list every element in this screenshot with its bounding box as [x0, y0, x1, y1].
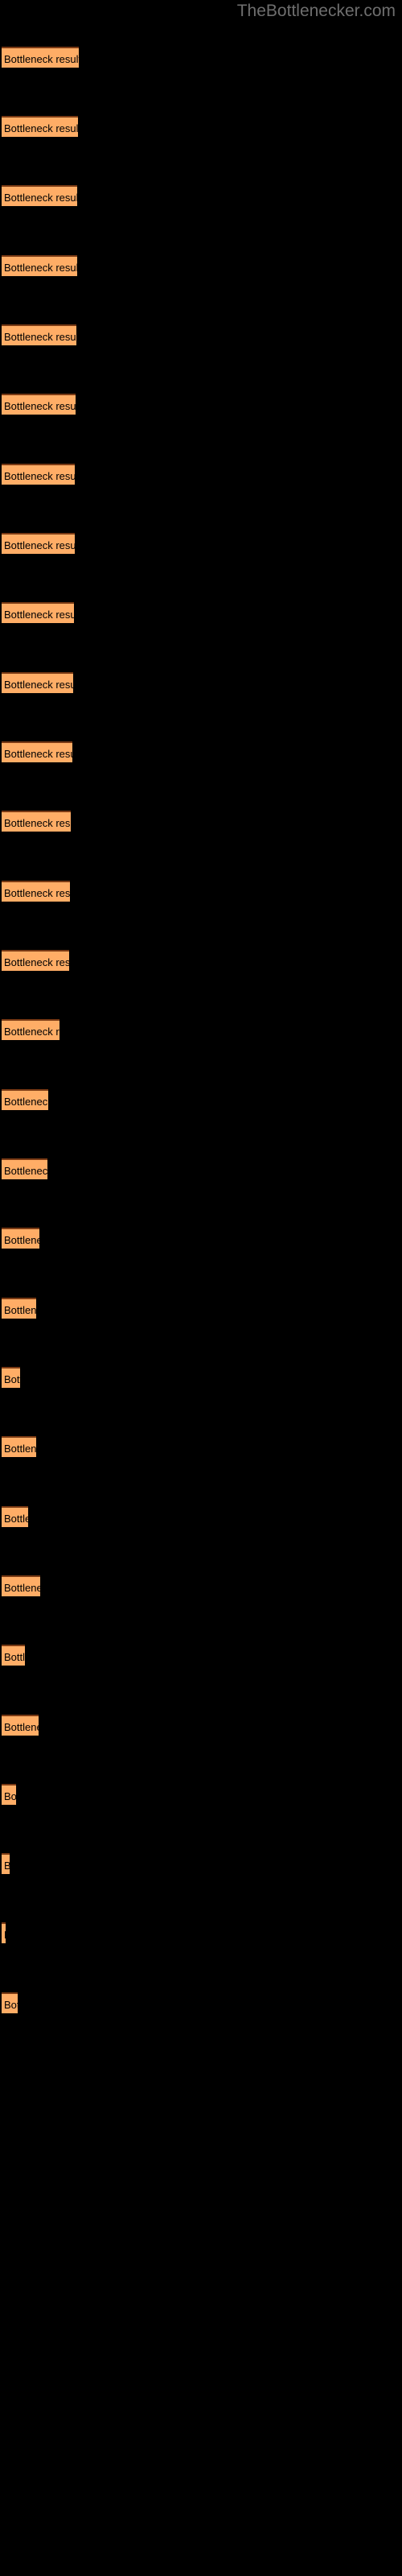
bar-label: Bottleneck result [4, 887, 70, 899]
bar-row: Bottleneck result [2, 116, 78, 137]
bar-label: Bottleneck result [4, 262, 77, 274]
bar[interactable]: Bottleneck result [2, 672, 73, 693]
bar[interactable]: Bottleneck result [2, 881, 70, 902]
bar-row: Bottleneck result [2, 881, 70, 902]
bar-label: Bottleneck result [4, 331, 76, 343]
bar[interactable]: Bottleneck result [2, 1298, 36, 1319]
bar-label: Bottleneck result [4, 1790, 16, 1802]
bar-row: Bottleneck result [2, 394, 76, 415]
bar-label: Bottleneck result [4, 539, 75, 551]
bar-row: Bottleneck result [2, 1019, 59, 1040]
bar[interactable]: Bottleneck result [2, 741, 72, 762]
bar-label: Bottleneck result [4, 122, 78, 134]
bar[interactable]: Bottleneck result [2, 255, 77, 276]
bar-row: Bottleneck result [2, 1715, 39, 1736]
bar-label: Bottleneck result [4, 1582, 40, 1594]
bars-layer: Bottleneck result Bottleneck result Bottle… [0, 0, 402, 2576]
bar[interactable]: Bottleneck result [2, 1089, 48, 1110]
bar[interactable]: Bottleneck result [2, 1367, 20, 1388]
bar-label: Bottleneck result [4, 1721, 39, 1733]
bar[interactable]: Bottleneck result [2, 185, 77, 206]
bar[interactable]: Bottleneck result [2, 464, 75, 485]
bar[interactable]: Bottleneck result [2, 394, 76, 415]
bar-row: Bottleneck result [2, 602, 74, 623]
bar-row: Bottleneck result [2, 1575, 40, 1596]
bar-row: Bottleneck result [2, 1436, 36, 1457]
bar-label: Bottleneck result [4, 1165, 47, 1177]
bar-label: Bottleneck result [4, 817, 71, 829]
bar[interactable]: Bottleneck result [2, 1715, 39, 1736]
bar[interactable]: Bottleneck result [2, 1436, 36, 1457]
bar-row: Bottleneck result [2, 1298, 36, 1319]
bar-row: Bottleneck result [2, 1922, 6, 1943]
bar[interactable]: Bottleneck result [2, 47, 79, 68]
bar-row: Bottleneck result [2, 464, 75, 485]
bar-label: Bottleneck result [4, 609, 74, 621]
bar-row: Bottleneck result [2, 1158, 47, 1179]
bar-row: Bottleneck result [2, 950, 69, 971]
bar-label: Bottleneck result [4, 192, 77, 204]
bottleneck-bar-chart: TheBottlenecker.com Bottleneck result Bot… [0, 0, 402, 2576]
bar-label: Bottleneck result [4, 1096, 48, 1108]
bar-label: Bottleneck result [4, 400, 76, 412]
bar-row: Bottleneck result [2, 1367, 20, 1388]
bar-row: Bottleneck result [2, 672, 73, 693]
bar[interactable]: Bottleneck result [2, 324, 76, 345]
bar-label: Bottleneck result [4, 53, 79, 65]
bar-label: Bottleneck result [4, 679, 73, 691]
bar[interactable]: Bottleneck result [2, 116, 78, 137]
bar-row: Bottleneck result [2, 1784, 16, 1805]
bar[interactable]: Bottleneck result [2, 1575, 40, 1596]
bar-label: Bottleneck result [4, 1443, 36, 1455]
bar[interactable]: Bottleneck result [2, 533, 75, 554]
bar[interactable]: Bottleneck result [2, 1158, 47, 1179]
bar-row: Bottleneck result [2, 324, 76, 345]
bar[interactable]: Bottleneck result [2, 1228, 39, 1249]
bar-label: Bottleneck result [4, 1373, 20, 1385]
bar-row: Bottleneck result [2, 741, 72, 762]
bar-label: Bottleneck result [4, 956, 69, 968]
bar-label: Bottleneck result [4, 470, 75, 482]
bar-label: Bottleneck result [4, 1234, 39, 1246]
bar[interactable]: Bottleneck result [2, 1019, 59, 1040]
bar-row: Bottleneck result [2, 533, 75, 554]
bar-row: Bottleneck result [2, 1992, 18, 2013]
bar-row: Bottleneck result [2, 47, 79, 68]
bar-label: Bottleneck result [4, 1855, 10, 1874]
bar-label: Bottleneck result [4, 1924, 6, 1943]
bar-label: Bottleneck result [4, 1513, 28, 1525]
bar[interactable]: Bottleneck result [2, 811, 71, 832]
bar-row: Bottleneck result [2, 185, 77, 206]
bar[interactable]: Bottleneck result [2, 1645, 25, 1666]
bar-label: Bottleneck result [4, 748, 72, 760]
bar[interactable]: Bottleneck result [2, 1506, 28, 1527]
bar-row: Bottleneck result [2, 811, 71, 832]
bar-label: Bottleneck result [4, 1999, 18, 2011]
bar-label: Bottleneck result [4, 1651, 25, 1663]
bar-row: Bottleneck result [2, 1228, 39, 1249]
bar-row: Bottleneck result [2, 1645, 25, 1666]
bar-row: Bottleneck result [2, 1089, 48, 1110]
bar[interactable]: Bottleneck result [2, 950, 69, 971]
bar[interactable]: Bottleneck result [2, 1784, 16, 1805]
bar-row: Bottleneck result [2, 1853, 10, 1874]
bar[interactable]: Bottleneck result [2, 602, 74, 623]
bar[interactable]: Bottleneck result [2, 1922, 6, 1943]
bar-row: Bottleneck result [2, 255, 77, 276]
bar-label: Bottleneck result [4, 1304, 36, 1316]
bar[interactable]: Bottleneck result [2, 1992, 18, 2013]
bar-row: Bottleneck result [2, 1506, 28, 1527]
bar-label: Bottleneck result [4, 1026, 59, 1038]
bar[interactable]: Bottleneck result [2, 1853, 10, 1874]
